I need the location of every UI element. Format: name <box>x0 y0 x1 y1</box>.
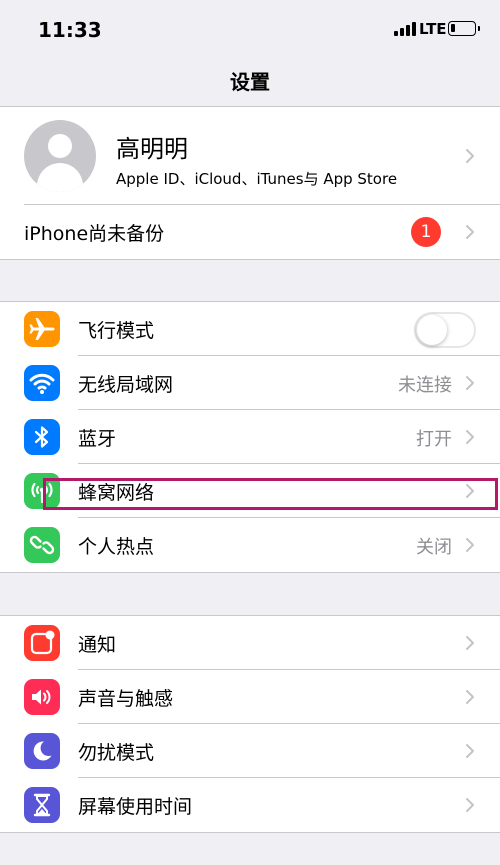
chevron-right-icon <box>466 225 474 239</box>
status-time: 11:33 <box>38 18 102 42</box>
chevron-right-icon <box>466 376 474 390</box>
person-icon <box>24 120 96 192</box>
chevron-right-icon <box>466 538 474 552</box>
hourglass-icon <box>24 787 60 823</box>
wifi-label: 无线局域网 <box>78 374 174 396</box>
bluetooth-status: 打开 <box>416 429 452 450</box>
backup-row[interactable]: iPhone尚未备份 1 <box>0 205 500 259</box>
screen-time-row[interactable]: 屏幕使用时间 <box>0 778 500 832</box>
chevron-right-icon <box>466 636 474 650</box>
apple-id-row[interactable]: 高明明 Apple ID、iCloud、iTunes与 App Store <box>0 107 500 205</box>
profile-subtitle: Apple ID、iCloud、iTunes与 App Store <box>116 170 398 188</box>
notifications-label: 通知 <box>78 634 117 656</box>
airplane-mode-toggle[interactable] <box>414 312 476 348</box>
moon-icon <box>24 733 60 769</box>
notification-badge: 1 <box>411 217 441 247</box>
wifi-status: 未连接 <box>398 375 452 396</box>
profile-name: 高明明 <box>116 135 188 163</box>
sounds-row[interactable]: 声音与触感 <box>0 670 500 724</box>
airplane-mode-row: 飞行模式 <box>0 302 500 356</box>
notifications-row[interactable]: 通知 <box>0 616 500 670</box>
do-not-disturb-label: 勿扰模式 <box>78 742 155 764</box>
page-title: 设置 <box>230 70 270 94</box>
chevron-right-icon <box>466 430 474 444</box>
toggle-knob <box>417 315 447 345</box>
account-group: 高明明 Apple ID、iCloud、iTunes与 App Store iP… <box>0 106 500 260</box>
highlight-annotation <box>43 478 498 510</box>
bluetooth-row[interactable]: 蓝牙 打开 <box>0 410 500 464</box>
network-type: LTE <box>419 20 447 38</box>
hotspot-status: 关闭 <box>416 537 452 558</box>
chevron-right-icon <box>466 149 474 163</box>
speaker-icon <box>24 679 60 715</box>
chevron-right-icon <box>466 744 474 758</box>
status-bar: 11:33 LTE <box>0 0 500 58</box>
airplane-icon <box>24 311 60 347</box>
hotspot-row[interactable]: 个人热点 关闭 <box>0 518 500 572</box>
wifi-row[interactable]: 无线局域网 未连接 <box>0 356 500 410</box>
backup-label: iPhone尚未备份 <box>24 223 165 245</box>
battery-level <box>451 24 455 32</box>
connectivity-group: 飞行模式 无线局域网 未连接 蓝牙 打开 蜂窝网络 个人热点 关闭 <box>0 301 500 573</box>
chevron-right-icon <box>466 798 474 812</box>
do-not-disturb-row[interactable]: 勿扰模式 <box>0 724 500 778</box>
bluetooth-label: 蓝牙 <box>78 428 117 450</box>
bluetooth-icon <box>24 419 60 455</box>
chevron-right-icon <box>466 690 474 704</box>
notifications-icon <box>24 625 60 661</box>
hotspot-label: 个人热点 <box>78 536 155 558</box>
signal-strength-icon <box>394 22 416 36</box>
general-group: 通知 声音与触感 勿扰模式 屏幕使用时间 <box>0 615 500 833</box>
wifi-icon <box>24 365 60 401</box>
hotspot-icon <box>24 527 60 563</box>
battery-icon <box>448 21 480 36</box>
airplane-mode-label: 飞行模式 <box>78 320 155 342</box>
screen-time-label: 屏幕使用时间 <box>78 796 193 818</box>
sounds-label: 声音与触感 <box>78 688 174 710</box>
